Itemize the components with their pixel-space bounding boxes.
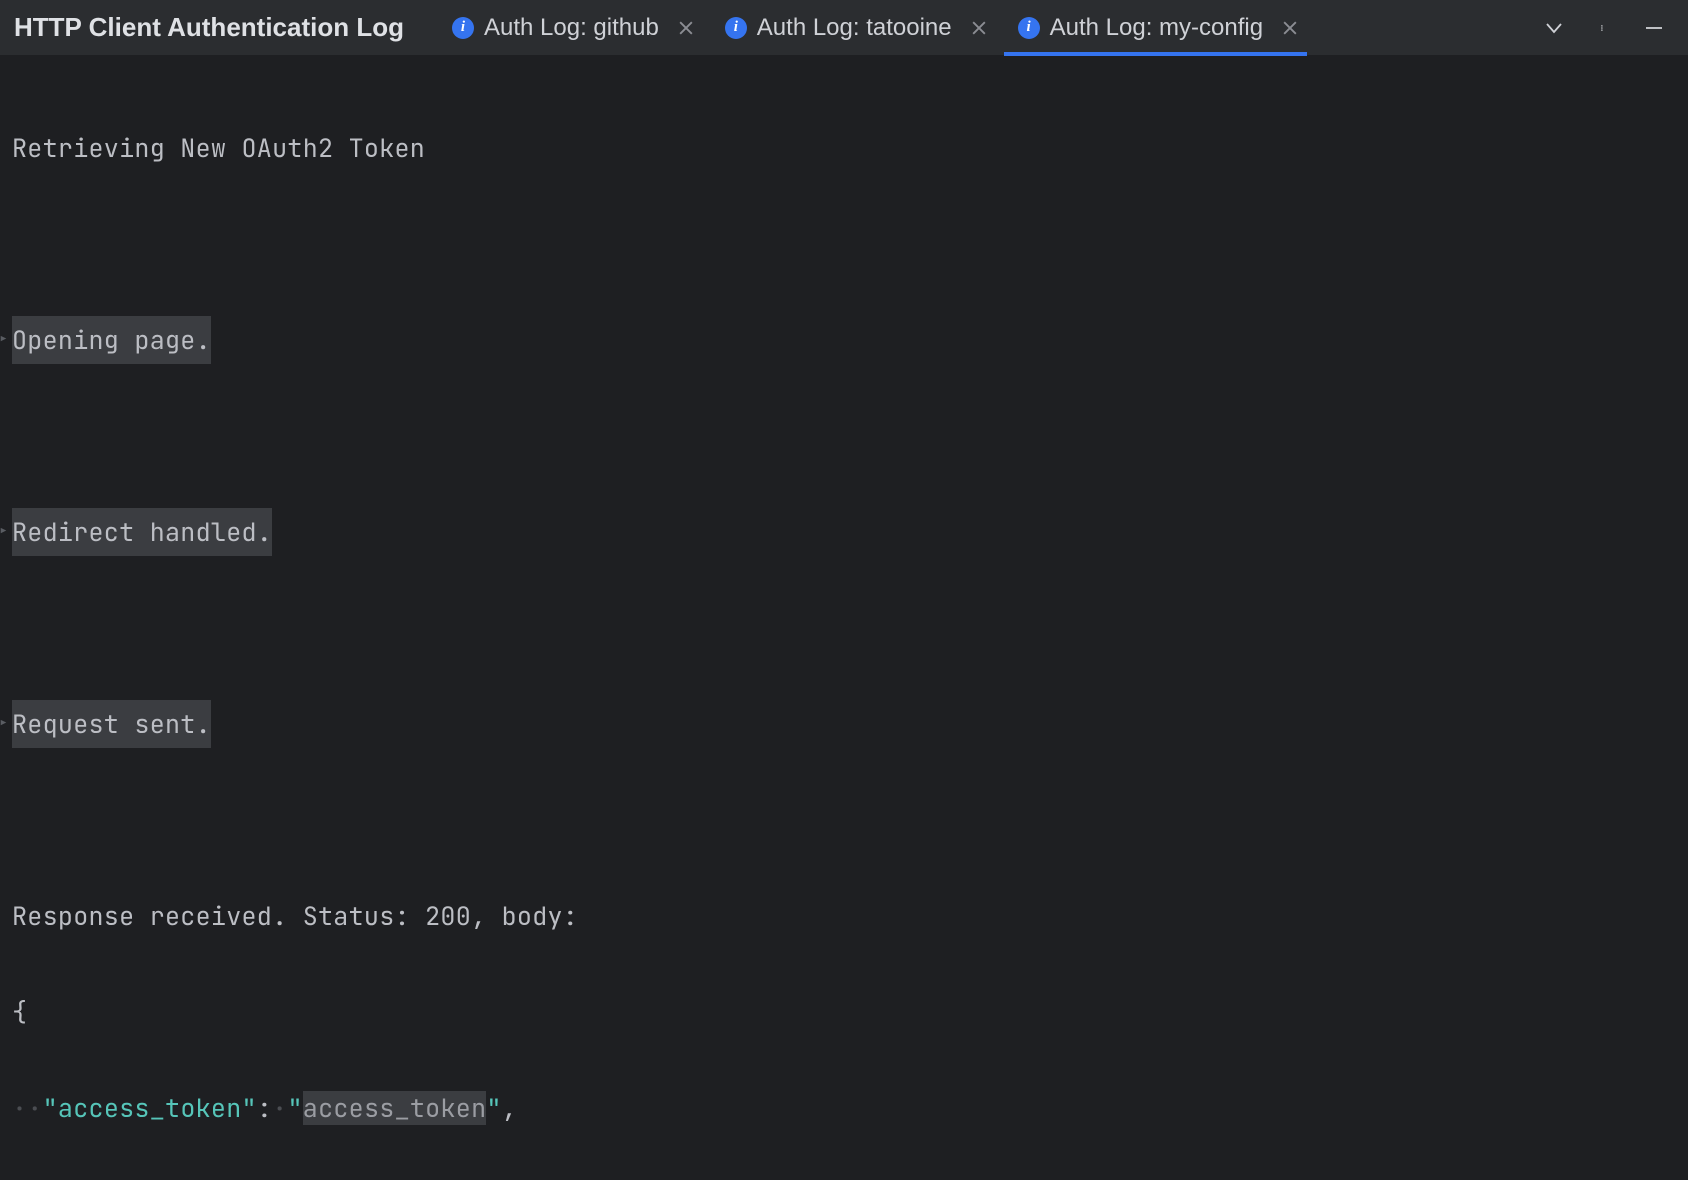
- info-icon: i: [1018, 17, 1040, 39]
- tab-auth-log-myconfig[interactable]: i Auth Log: my-config: [1000, 0, 1311, 55]
- response-status-line: Response received. Status: 200, body:: [12, 892, 1676, 940]
- panel-title: HTTP Client Authentication Log: [14, 12, 434, 43]
- more-vertical-icon[interactable]: [1590, 14, 1618, 42]
- info-icon: i: [725, 17, 747, 39]
- fold-step-request[interactable]: Request sent.: [12, 700, 1676, 748]
- tab-auth-log-tatooine[interactable]: i Auth Log: tatooine: [707, 0, 1000, 55]
- close-icon[interactable]: [673, 15, 699, 41]
- tab-label: Auth Log: github: [484, 14, 659, 42]
- log-heading: Retrieving New OAuth2 Token: [12, 124, 1676, 172]
- tab-auth-log-github[interactable]: i Auth Log: github: [434, 0, 707, 55]
- tab-bar: i Auth Log: github i Auth Log: tatooine …: [434, 0, 1311, 55]
- close-icon[interactable]: [966, 15, 992, 41]
- info-icon: i: [452, 17, 474, 39]
- json-open-brace: {: [12, 988, 1676, 1036]
- close-icon[interactable]: [1277, 15, 1303, 41]
- panel-titlebar: HTTP Client Authentication Log i Auth Lo…: [0, 0, 1688, 56]
- minimize-icon[interactable]: [1640, 14, 1668, 42]
- toolbar-right: [1540, 14, 1688, 42]
- tab-label: Auth Log: my-config: [1050, 14, 1263, 42]
- chevron-down-icon[interactable]: [1540, 14, 1568, 42]
- json-row-access-token: ··"access_token":·"access_token",: [12, 1084, 1676, 1132]
- fold-step-opening[interactable]: Opening page.: [12, 316, 1676, 364]
- fold-step-redirect[interactable]: Redirect handled.: [12, 508, 1676, 556]
- auth-log-editor[interactable]: Retrieving New OAuth2 Token Opening page…: [0, 56, 1688, 1180]
- tab-label: Auth Log: tatooine: [757, 14, 952, 42]
